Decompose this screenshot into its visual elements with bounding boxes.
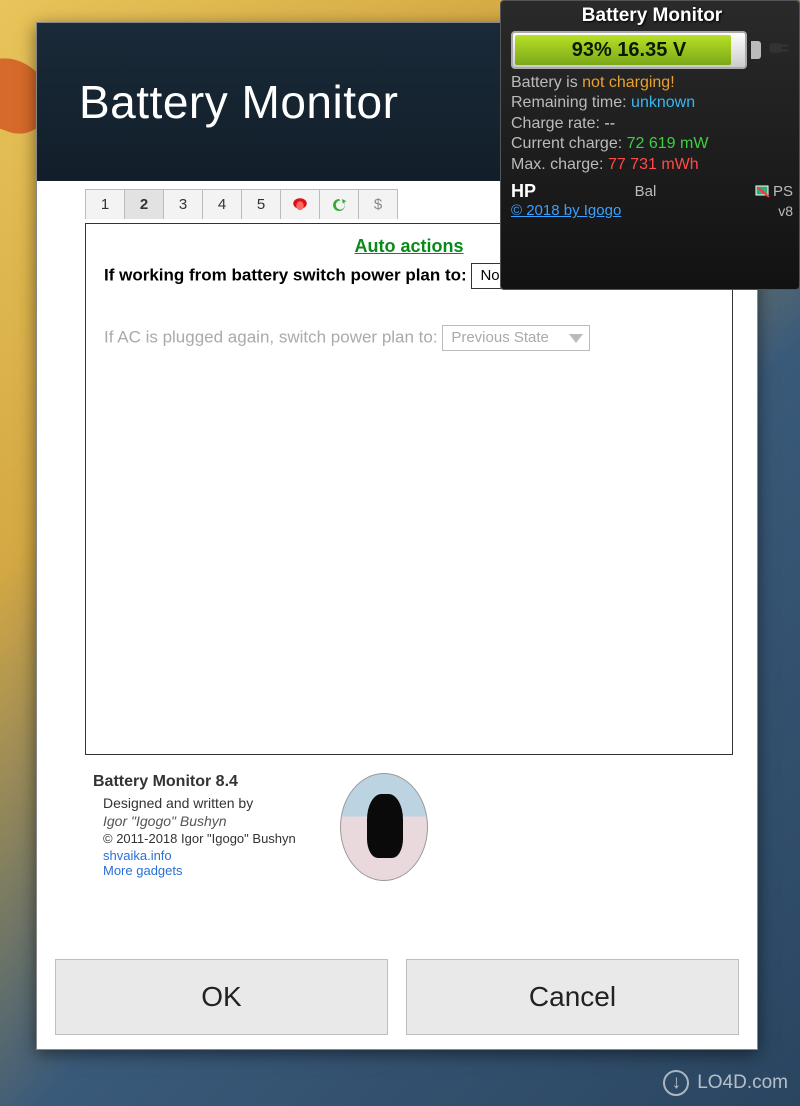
site-watermark: ↓ LO4D.com [663, 1070, 788, 1096]
watermark-badge-icon: ↓ [663, 1070, 689, 1096]
ac-plan-label: If AC is plugged again, switch power pla… [104, 327, 438, 346]
widget-bottom: © 2018 by Igogo v8 [511, 202, 793, 219]
dialog-title: Battery Monitor [79, 75, 398, 129]
tab-dollar-icon[interactable]: $ [358, 189, 398, 219]
dialog-body: 1 2 3 4 5 $ Auto actions If working from… [37, 181, 757, 1049]
ac-plan-select: Previous State [442, 325, 590, 351]
widget-brand: HP [511, 181, 536, 202]
about-link-gadgets[interactable]: More gadgets [103, 863, 296, 878]
about-product: Battery Monitor 8.4 [93, 773, 296, 791]
rate-line: Charge rate: -- [511, 114, 793, 134]
battery-plan-label: If working from battery switch power pla… [104, 265, 467, 284]
max-value: 77 731 mWh [608, 156, 699, 173]
cancel-button[interactable]: Cancel [406, 959, 739, 1035]
rate-value: -- [604, 115, 615, 132]
battery-body: 93% 16.35 V [511, 31, 747, 69]
about-text: Battery Monitor 8.4 Designed and written… [93, 773, 296, 881]
tab-5[interactable]: 5 [241, 189, 281, 219]
tab-1[interactable]: 1 [85, 189, 125, 219]
battery-gauge: 93% 16.35 V [511, 31, 793, 69]
tab-4[interactable]: 4 [202, 189, 242, 219]
widget-title: Battery Monitor [511, 5, 793, 27]
battery-widget[interactable]: Battery Monitor 93% 16.35 V Battery is n… [500, 0, 800, 290]
watermark-text: LO4D.com [697, 1072, 788, 1094]
battery-cap [751, 41, 761, 59]
status-label: Battery is [511, 74, 582, 91]
widget-version: v8 [778, 203, 793, 219]
tab-2[interactable]: 2 [124, 189, 164, 219]
remaining-label: Remaining time: [511, 94, 631, 111]
status-line: Battery is not charging! [511, 73, 793, 93]
battery-voltage: 16.35 V [617, 39, 686, 61]
tab-tongue-icon[interactable] [280, 189, 320, 219]
ac-plan-row: If AC is plugged again, switch power pla… [104, 325, 714, 351]
monitor-icon [755, 184, 771, 200]
current-line: Current charge: 72 619 mW [511, 134, 793, 154]
widget-ps-label: PS [773, 183, 793, 200]
ok-button[interactable]: OK [55, 959, 388, 1035]
tab-3[interactable]: 3 [163, 189, 203, 219]
battery-percent: 93% [572, 39, 612, 61]
remaining-value: unknown [631, 94, 695, 111]
status-value: not charging! [582, 74, 675, 91]
about-designed: Designed and written by [103, 795, 296, 811]
current-value: 72 619 mW [627, 135, 709, 152]
widget-plan: Bal [635, 183, 657, 200]
ac-plan-value: Previous State [451, 328, 549, 348]
widget-ps: PS [755, 183, 793, 200]
battery-reading: 93% 16.35 V [572, 39, 687, 62]
about-block: Battery Monitor 8.4 Designed and written… [93, 773, 739, 881]
remaining-line: Remaining time: unknown [511, 93, 793, 113]
rate-label: Charge rate: [511, 115, 604, 132]
tab-reset-icon[interactable] [319, 189, 359, 219]
chevron-down-icon [569, 334, 583, 343]
cat-icon [367, 794, 403, 858]
max-label: Max. charge: [511, 156, 608, 173]
widget-footer: HP Bal PS [511, 181, 793, 202]
settings-panel: Auto actions If working from battery swi… [85, 223, 733, 755]
about-copyright: © 2011-2018 Igor "Igogo" Bushyn [103, 831, 296, 846]
current-label: Current charge: [511, 135, 627, 152]
about-author: Igor "Igogo" Bushyn [103, 813, 296, 829]
max-line: Max. charge: 77 731 mWh [511, 155, 793, 175]
author-photo [340, 773, 428, 881]
plug-icon [765, 34, 793, 67]
dialog-actions: OK Cancel [55, 959, 739, 1035]
widget-credit-link[interactable]: © 2018 by Igogo [511, 202, 621, 219]
about-link-site[interactable]: shvaika.info [103, 848, 296, 863]
